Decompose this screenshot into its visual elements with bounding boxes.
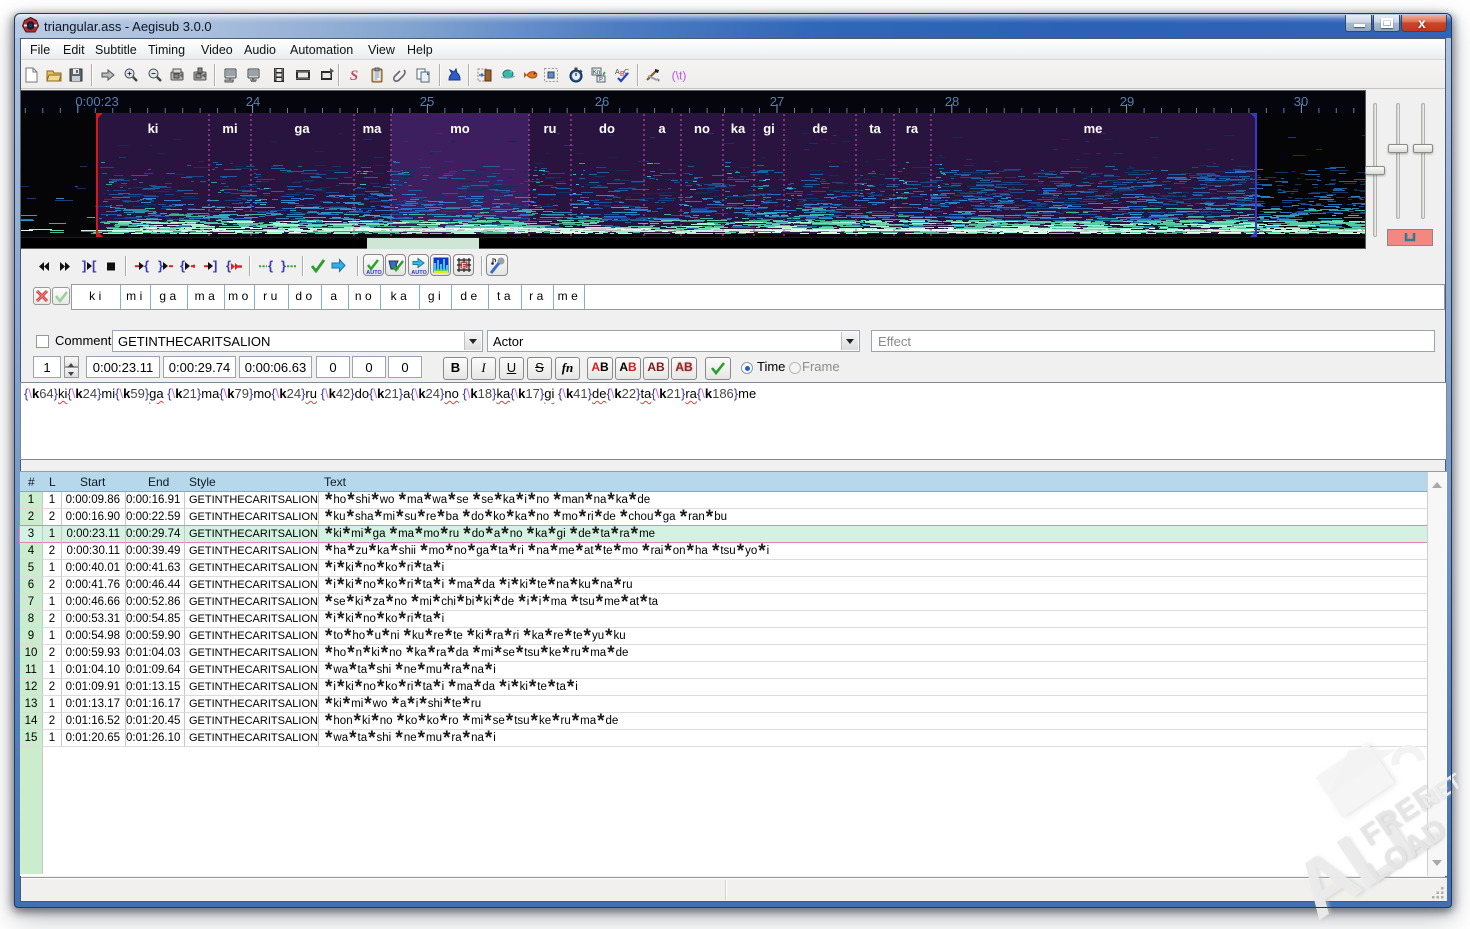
svg-text:30: 30 bbox=[1294, 94, 1308, 109]
svg-text:Kn: Kn bbox=[593, 70, 600, 76]
svg-text:25: 25 bbox=[420, 94, 434, 109]
svg-text:29: 29 bbox=[1120, 94, 1134, 109]
svg-text:}: } bbox=[281, 259, 286, 273]
svg-text:[: [ bbox=[92, 259, 97, 273]
svg-text:{: { bbox=[144, 259, 149, 273]
svg-text:{: { bbox=[268, 259, 273, 273]
svg-text:}: } bbox=[158, 259, 163, 273]
svg-text:(\t): (\t) bbox=[672, 69, 687, 83]
svg-text:AUTO: AUTO bbox=[366, 270, 382, 275]
svg-text:27: 27 bbox=[770, 94, 784, 109]
svg-text:0:00:23: 0:00:23 bbox=[75, 94, 118, 109]
svg-text:AUTO: AUTO bbox=[411, 270, 427, 275]
svg-text:26: 26 bbox=[595, 94, 609, 109]
svg-text:24: 24 bbox=[246, 94, 260, 109]
svg-text:28: 28 bbox=[945, 94, 959, 109]
svg-text:{: { bbox=[226, 259, 231, 273]
svg-text:P: P bbox=[599, 77, 603, 83]
svg-text:{: { bbox=[180, 259, 185, 273]
svg-text:E: E bbox=[462, 263, 467, 270]
svg-text:]: ] bbox=[82, 259, 86, 273]
svg-text:S: S bbox=[350, 68, 358, 83]
svg-text:]: ] bbox=[213, 259, 217, 273]
